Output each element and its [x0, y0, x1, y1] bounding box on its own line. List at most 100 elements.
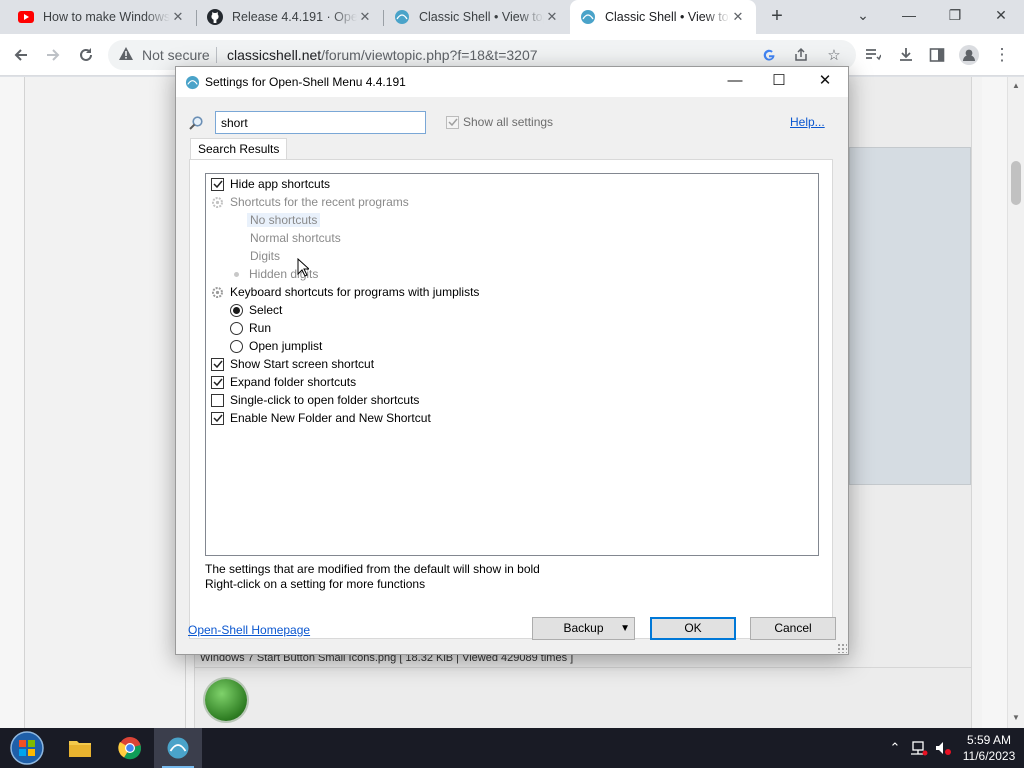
checkbox-icon[interactable] [211, 411, 224, 425]
reading-list-icon[interactable] [860, 42, 886, 68]
dropdown-arrow-icon: ▼ [620, 623, 630, 634]
not-secure-warning-icon[interactable] [118, 46, 134, 65]
network-icon[interactable] [908, 728, 930, 768]
tray-chevron-up-icon[interactable]: ⌃ [884, 728, 906, 768]
checkbox-icon[interactable] [211, 393, 224, 407]
setting-label: Normal shortcuts [250, 231, 341, 245]
help-link[interactable]: Help... [790, 115, 825, 129]
radio-icon[interactable] [230, 339, 243, 353]
open-shell-settings-taskbar-icon[interactable] [154, 728, 202, 768]
show-all-settings-label: Show all settings [463, 115, 554, 129]
windows-start-orb-icon [10, 731, 44, 765]
bullet-icon [230, 268, 243, 281]
info-text: The settings that are modified from the … [205, 562, 540, 592]
profile-avatar-icon[interactable] [956, 42, 982, 68]
setting-hide-app-shortcuts[interactable]: Hide app shortcuts [211, 175, 330, 193]
option-digits[interactable]: Digits [250, 247, 280, 265]
maximize-icon[interactable]: ☐ [756, 67, 802, 97]
minimize-icon[interactable]: — [886, 0, 932, 32]
close-window-icon[interactable]: ✕ [978, 0, 1024, 32]
close-tab-icon[interactable]: ✕ [357, 9, 373, 25]
back-arrow-icon[interactable] [8, 42, 34, 68]
setting-keyboard-jumplist-shortcuts[interactable]: Keyboard shortcuts for programs with jum… [211, 283, 479, 301]
checkbox-icon[interactable] [211, 375, 224, 389]
setting-expand-folder-shortcuts[interactable]: Expand folder shortcuts [211, 373, 356, 391]
browser-tab-youtube[interactable]: How to make Windows ✕ [8, 0, 196, 34]
browser-tab-github[interactable]: Release 4.4.191 · Open ✕ [197, 0, 383, 34]
checkbox-icon[interactable] [211, 177, 224, 191]
volume-muted-icon[interactable] [932, 728, 954, 768]
dialog-titlebar[interactable]: Settings for Open-Shell Menu 4.4.191 — ☐… [176, 67, 848, 97]
post-image [849, 147, 971, 485]
info-line: Right-click on a setting for more functi… [205, 577, 426, 591]
mouse-cursor-icon [297, 257, 311, 280]
close-dialog-icon[interactable]: ✕ [802, 67, 848, 97]
tab-search-chevron-icon[interactable]: ⌄ [840, 0, 886, 32]
dialog-title: Settings for Open-Shell Menu 4.4.191 [205, 75, 406, 89]
ok-button[interactable]: OK [650, 617, 736, 640]
page-scrollbar[interactable]: ▲ ▼ [1007, 77, 1024, 728]
forward-arrow-icon[interactable] [40, 42, 66, 68]
radio-icon[interactable] [230, 303, 243, 317]
restore-icon[interactable]: ❐ [932, 0, 978, 32]
browser-tab-classic-shell-1[interactable]: Classic Shell • View top ✕ [384, 0, 570, 34]
resize-grip-icon[interactable] [837, 643, 847, 653]
page-left-column [24, 77, 186, 728]
checkbox-icon[interactable] [446, 115, 459, 129]
setting-label: Enable New Folder and New Shortcut [230, 411, 431, 425]
start-button[interactable] [5, 728, 49, 768]
radio-icon[interactable] [230, 321, 243, 335]
bookmark-star-icon[interactable]: ☆ [824, 45, 844, 65]
side-panel-icon[interactable] [924, 42, 950, 68]
cancel-button[interactable]: Cancel [750, 617, 836, 640]
more-menu-icon[interactable]: ⋮ [989, 42, 1015, 68]
security-label[interactable]: Not secure [142, 47, 210, 63]
backup-button[interactable]: Backup ▼ [532, 617, 635, 640]
minimize-icon[interactable]: — [712, 67, 758, 97]
scrollbar-thumb[interactable] [1011, 161, 1021, 205]
option-normal-shortcuts[interactable]: Normal shortcuts [250, 229, 341, 247]
setting-recent-programs-shortcuts[interactable]: Shortcuts for the recent programs [211, 193, 409, 211]
settings-tree[interactable]: Hide app shortcuts Shortcuts for the rec… [205, 173, 819, 556]
cancel-button-label: Cancel [774, 621, 812, 635]
new-tab-plus-icon[interactable]: + [766, 6, 788, 27]
magnifier-icon [188, 115, 204, 134]
github-icon [207, 9, 223, 25]
url-text[interactable]: classicshell.net/forum/viewtopic.php?f=1… [227, 47, 538, 63]
close-tab-icon[interactable]: ✕ [170, 9, 186, 25]
setting-label: Keyboard shortcuts for programs with jum… [230, 285, 480, 299]
setting-show-start-screen-shortcut[interactable]: Show Start screen shortcut [211, 355, 374, 373]
option-no-shortcuts[interactable]: No shortcuts [247, 211, 321, 229]
clock-date: 11/6/2023 [962, 749, 1016, 763]
close-tab-icon[interactable]: ✕ [730, 9, 746, 25]
tab-title: Release 4.4.191 · Open [232, 10, 357, 24]
google-icon[interactable] [759, 45, 779, 65]
close-tab-icon[interactable]: ✕ [544, 9, 560, 25]
setting-label: Run [249, 321, 272, 335]
browser-tab-strip: How to make Windows ✕ Release 4.4.191 · … [0, 0, 1024, 34]
setting-label: Single-click to open folder shortcuts [230, 393, 420, 407]
setting-single-click-folder-shortcuts[interactable]: Single-click to open folder shortcuts [211, 391, 419, 409]
show-all-settings-checkbox[interactable]: Show all settings [446, 115, 553, 129]
share-icon[interactable] [791, 45, 811, 65]
checkbox-icon[interactable] [211, 357, 224, 371]
settings-search-input[interactable] [215, 111, 426, 134]
radio-run[interactable]: Run [230, 319, 271, 337]
browser-tab-classic-shell-2[interactable]: Classic Shell • View top ✕ [570, 0, 756, 34]
file-explorer-icon[interactable] [56, 728, 104, 768]
download-icon[interactable] [893, 42, 919, 68]
radio-open-jumplist[interactable]: Open jumplist [230, 337, 322, 355]
reload-icon[interactable] [73, 42, 99, 68]
setting-label: Digits [250, 249, 281, 263]
radio-select[interactable]: Select [230, 301, 282, 319]
scroll-down-icon[interactable]: ▼ [1012, 713, 1020, 722]
setting-enable-new-folder-shortcut[interactable]: Enable New Folder and New Shortcut [211, 409, 431, 427]
homepage-link[interactable]: Open-Shell Homepage [188, 623, 310, 637]
tab-title: How to make Windows [43, 10, 170, 24]
tab-search-results[interactable]: Search Results [190, 138, 288, 160]
settings-dialog: Settings for Open-Shell Menu 4.4.191 — ☐… [175, 66, 849, 655]
omnibox-divider [216, 47, 217, 63]
system-clock[interactable]: 5:59 AM 11/6/2023 [956, 732, 1022, 764]
chrome-icon[interactable] [106, 728, 154, 768]
scroll-up-icon[interactable]: ▲ [1012, 81, 1020, 90]
